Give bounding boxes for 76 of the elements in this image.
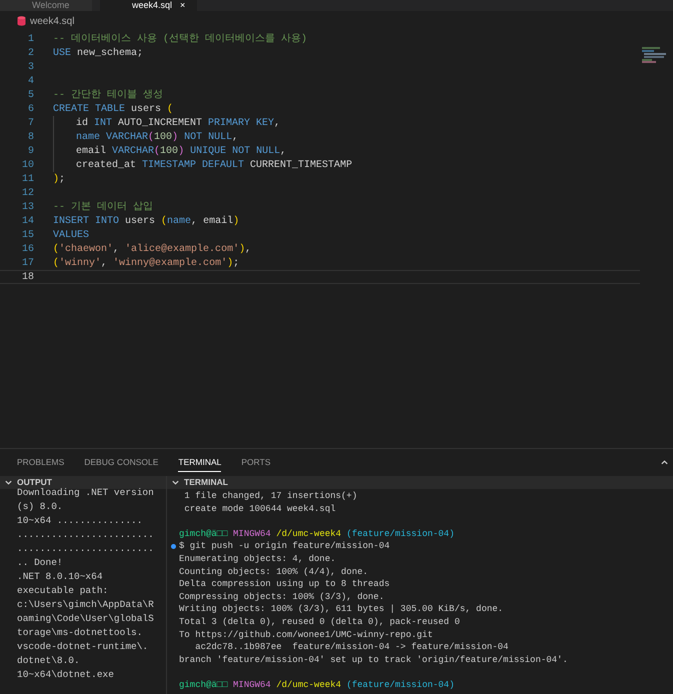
line-number: 5: [26, 88, 35, 102]
output-line: c:\Users\gimch\AppData\R: [17, 598, 155, 612]
code-line: created_at TIMESTAMP DEFAULT CURRENT_TIMESTAMP: [76, 158, 352, 172]
terminal-line: Enumerating objects: 4, done.: [178, 552, 336, 566]
line-number: 12: [20, 186, 35, 200]
breadcrumb-file[interactable]: week4.sql: [30, 14, 74, 28]
editor-tab[interactable]: Welcome: [0, 0, 92, 11]
code-line: id INT AUTO_INCREMENT PRIMARY KEY,: [76, 116, 280, 130]
line-number: 9: [26, 144, 35, 158]
chevron-down-icon[interactable]: [171, 478, 180, 487]
output-line: 10~x64\dotnet.exe: [17, 668, 115, 682]
terminal-line: Writing objects: 100% (3/3), 611 bytes | 305.00 KiB/s, done.: [178, 603, 504, 616]
terminal-line: ac2dc78..1b987ee feature/mission-04 -> feature/mission-04: [194, 641, 508, 654]
terminal-line: Counting objects: 100% (4/4), done.: [178, 566, 368, 578]
output-line: vscode-dotnet-runtime\.: [17, 640, 150, 654]
line-number: 10: [20, 158, 35, 172]
line-number: 3: [26, 60, 35, 74]
panel-tab[interactable]: PORTS: [241, 454, 271, 472]
close-icon[interactable]: ×: [180, 1, 186, 10]
code-line: VALUES: [53, 228, 90, 242]
panel-tab[interactable]: DEBUG CONSOLE: [84, 454, 158, 472]
line-number: 16: [20, 242, 35, 256]
command-marker-icon: [171, 544, 176, 550]
line-number: 18: [20, 270, 35, 284]
terminal-line: To https://github.com/wonee1/UMC-winny-repo.git: [178, 628, 433, 642]
line-number: 1: [26, 32, 35, 46]
panel-tab[interactable]: TERMINAL: [178, 454, 222, 472]
line-number: 15: [20, 228, 35, 242]
output-line: 10~x64 ...............: [17, 514, 144, 528]
line-number: 8: [26, 130, 35, 144]
chevron-up-icon[interactable]: [660, 458, 669, 467]
editor-tab[interactable]: week4.sql ×: [100, 0, 198, 11]
code-line: INSERT INTO users (name, email): [53, 214, 240, 228]
terminal-prompt: gimch@ä□□ MINGW64 /d/umc-week4 (feature/mission-04): [178, 678, 454, 692]
line-number: 6: [26, 102, 35, 116]
code-line: email VARCHAR(100) UNIQUE NOT NULL,: [76, 144, 286, 158]
terminal-title: TERMINAL: [184, 476, 228, 489]
database-icon: [17, 16, 26, 26]
code-line: -- 데이터베이스 사용 (선택한 데이터베이스를 사용): [53, 32, 308, 46]
line-number: 17: [20, 256, 35, 270]
terminal-line: Compressing objects: 100% (3/3), done.: [178, 590, 384, 604]
line-number: 4: [26, 74, 35, 88]
terminal-line: create mode 100644 week4.sql: [183, 502, 336, 516]
code-line: ('winny', 'winny@example.com');: [53, 256, 240, 270]
line-number: 7: [26, 116, 35, 130]
output-line: Downloading .NET version: [17, 486, 155, 500]
output-line: executable path:: [17, 584, 110, 598]
output-title: OUTPUT: [17, 476, 52, 488]
code-line: ('chaewon', 'alice@example.com'),: [53, 242, 252, 256]
code-line: USE new_schema;: [53, 46, 144, 60]
terminal-prompt: gimch@ä□□ MINGW64 /d/umc-week4 (feature/mission-04): [178, 528, 454, 540]
code-line: );: [53, 172, 66, 186]
output-line: .NET 8.0.10~x64: [17, 570, 104, 584]
terminal-line: 1 file changed, 17 insertions(+): [183, 490, 358, 503]
chevron-down-icon[interactable]: [4, 478, 13, 487]
line-number: 2: [26, 46, 35, 60]
output-line: .. Done!: [17, 556, 64, 570]
code-line: name VARCHAR(100) NOT NULL,: [76, 130, 238, 144]
minimap-drawing: [642, 47, 668, 63]
panel-tab[interactable]: PROBLEMS: [17, 454, 64, 472]
output-line: oaming\Code\User\globalS: [17, 612, 155, 626]
code-line: -- 간단한 테이블 생성: [53, 88, 164, 102]
terminal-command: $ git push -u origin feature/mission-04: [179, 540, 390, 553]
output-line: (s) 8.0.: [17, 500, 64, 514]
output-line: ........................: [17, 528, 155, 542]
line-number: 14: [20, 214, 35, 228]
code-line: CREATE TABLE users (: [53, 102, 174, 116]
code-line: -- 기본 데이터 삽입: [53, 200, 154, 214]
terminal-line: Delta compression using up to 8 threads: [178, 578, 390, 591]
terminal-line: Total 3 (delta 0), reused 0 (delta 0), pack-reused 0: [178, 616, 460, 629]
output-line: dotnet\8.0.: [17, 654, 81, 668]
terminal-line: branch 'feature/mission-04' set up to track 'origin/feature/mission-04'.: [178, 654, 568, 666]
line-number: 13: [20, 200, 35, 214]
output-line: ........................: [17, 542, 155, 556]
line-number: 11: [20, 172, 35, 186]
output-line: torage\ms-dotnettools.: [17, 626, 144, 640]
